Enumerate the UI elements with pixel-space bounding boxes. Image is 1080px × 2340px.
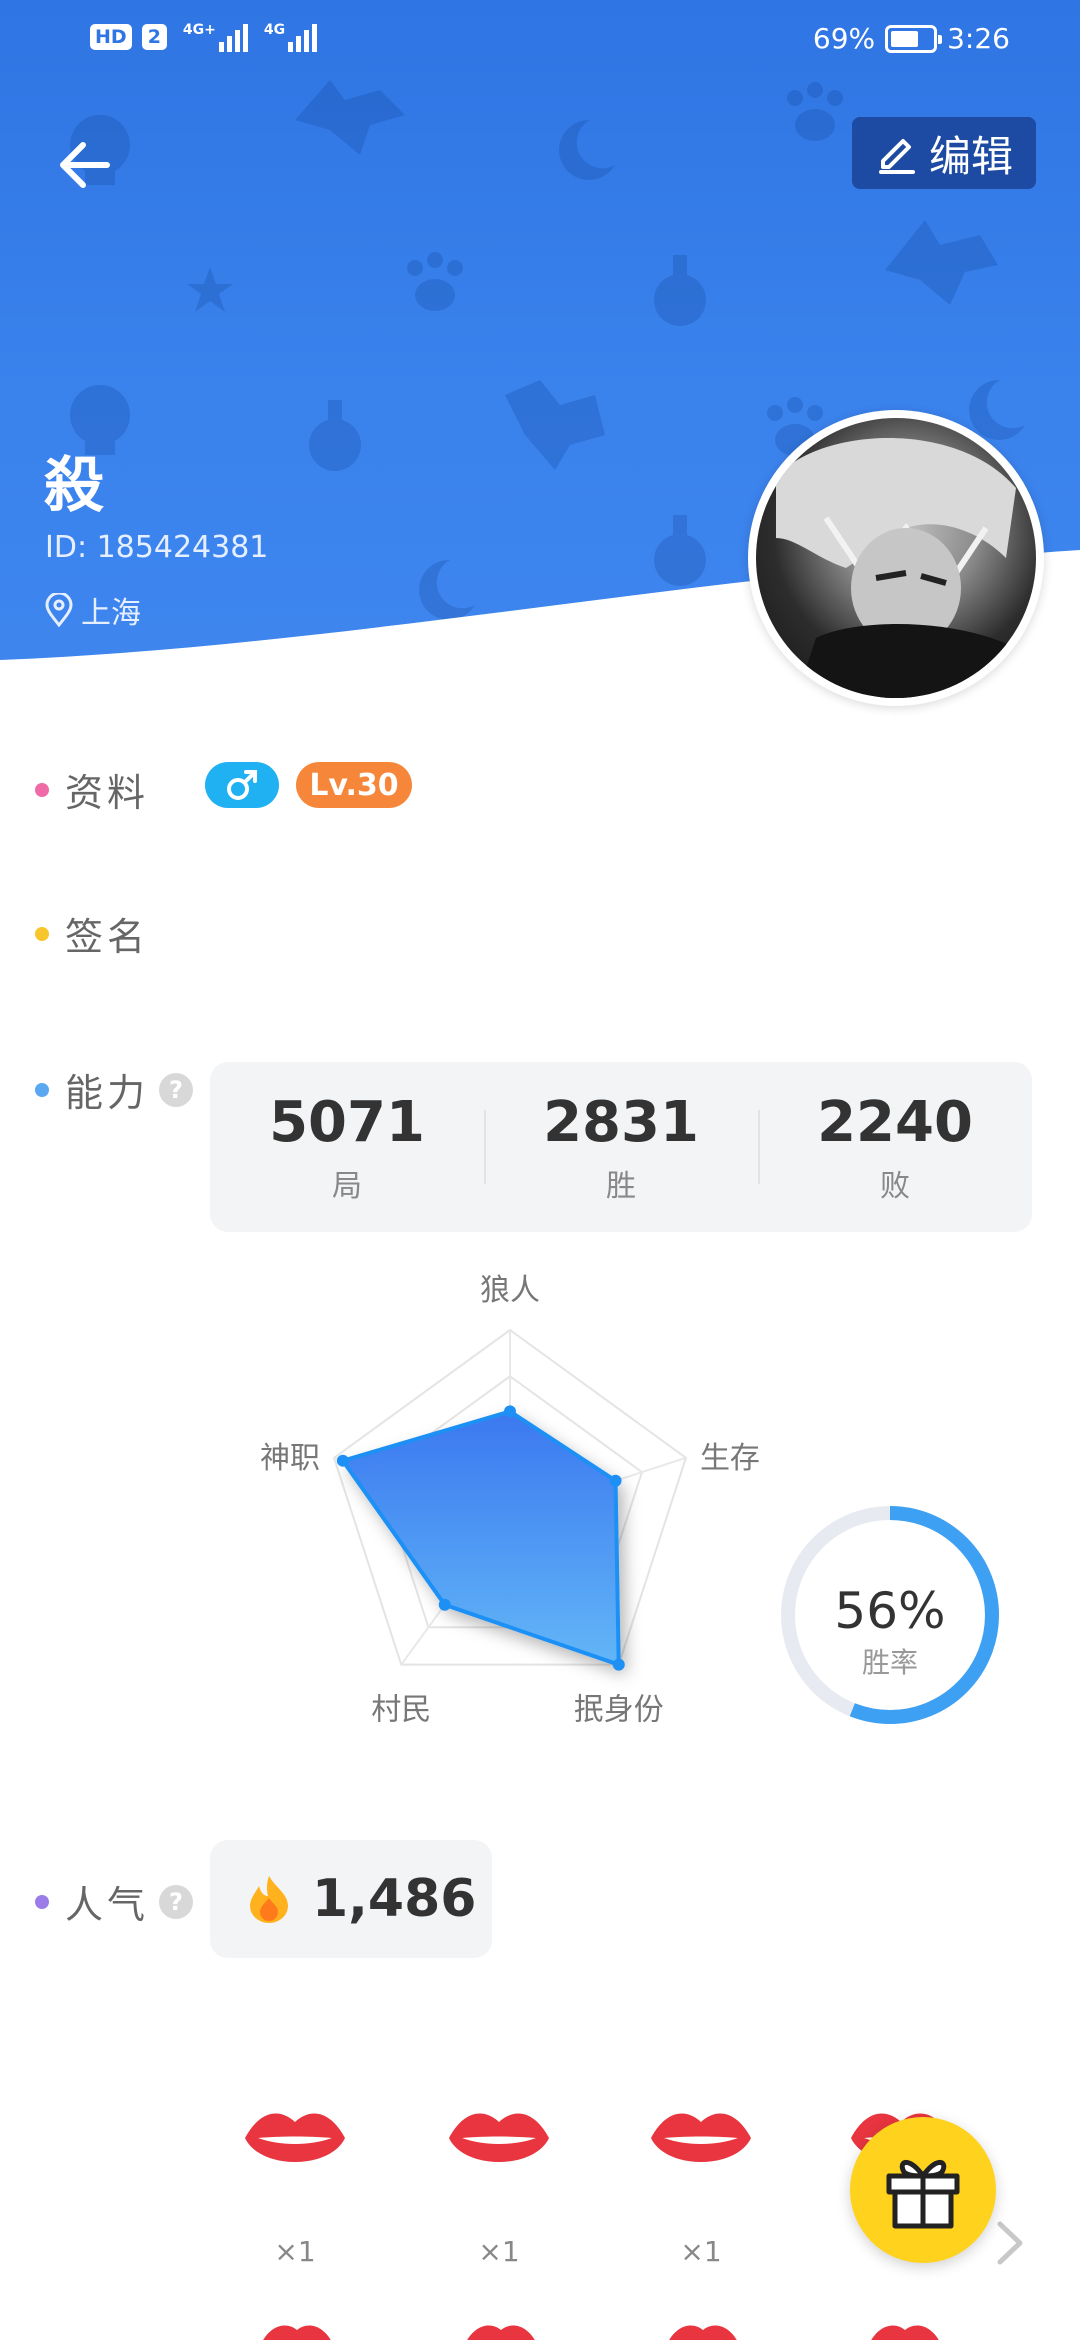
lips-icon <box>263 2325 331 2340</box>
win-rate-label: 胜率 <box>862 1646 918 1679</box>
location-text: 上海 <box>81 596 141 631</box>
status-right: 69% 3:26 <box>813 22 1010 55</box>
battery-percent: 69% <box>812 22 876 55</box>
gift-count: ×1 <box>274 2235 316 2268</box>
wolf-head-icon <box>295 80 405 155</box>
stat-losses: 2240 败 <box>758 1062 1032 1232</box>
paw-icon <box>407 252 463 311</box>
blue-dot <box>35 1082 49 1097</box>
hd-badge: HD <box>90 24 132 50</box>
star-icon <box>187 267 233 312</box>
popularity-label: 人气 <box>65 1883 150 1927</box>
losses-label: 败 <box>880 1168 910 1204</box>
yellow-dot <box>35 926 49 941</box>
male-icon <box>227 770 257 800</box>
paw-icon <box>787 82 843 141</box>
win-rate-ring: 56% 胜率 <box>781 1506 999 1724</box>
ability-label: 能力 <box>65 1071 150 1115</box>
lips-icon <box>871 2325 939 2340</box>
radar-label-survival: 生存 <box>700 1441 760 1476</box>
radar-label-villager: 村民 <box>371 1693 431 1728</box>
help-icon[interactable]: ? <box>159 1072 194 1107</box>
gift-box-icon <box>886 2160 960 2229</box>
radar-point <box>612 1658 625 1671</box>
gift-count: ×1 <box>680 2235 722 2268</box>
losses-value: 2240 <box>817 1089 973 1155</box>
level-badge: Lv.30 <box>296 762 412 808</box>
ability-radar-chart: 狼人 生存 抿身份 村民 神职 <box>260 1273 760 1728</box>
avatar[interactable] <box>748 410 1044 706</box>
flame-icon <box>250 1876 288 1923</box>
signal-icon: 4G+ <box>183 22 248 52</box>
radar-label-god-role: 神职 <box>260 1441 320 1476</box>
signature-label: 签名 <box>65 915 150 959</box>
ability-section-label: 能力 ? <box>35 1062 194 1117</box>
gift-item[interactable]: ×1 <box>646 2100 756 2268</box>
wins-label: 胜 <box>606 1168 636 1204</box>
radar-point <box>504 1405 516 1418</box>
popularity-card: 1,486 <box>210 1840 492 1958</box>
stat-wins: 2831 胜 <box>484 1062 758 1232</box>
win-rate-value: 56% <box>834 1582 945 1640</box>
radar-label-identify: 抿身份 <box>574 1693 664 1728</box>
status-bar: HD 2 4G+ 4G 69% 3:26 <box>0 0 1080 80</box>
moon-icon <box>559 119 615 180</box>
anime-portrait-image <box>776 438 1016 698</box>
sim-badge: 2 <box>141 24 167 50</box>
wolf-head-icon <box>885 220 998 305</box>
send-gift-button[interactable] <box>850 2117 996 2263</box>
location-pin-icon <box>45 593 73 627</box>
popularity-help-icon[interactable]: ? <box>159 1884 194 1919</box>
potion-icon <box>654 255 706 326</box>
edit-label: 编辑 <box>928 131 1013 181</box>
status-left: HD 2 4G+ 4G <box>90 22 318 52</box>
radar-point <box>336 1454 349 1467</box>
lips-icon <box>449 2113 549 2162</box>
network-type-2: 4G <box>263 22 286 38</box>
stat-games: 5071 局 <box>210 1062 484 1232</box>
arrow-left-icon <box>60 142 110 188</box>
popularity-section-label: 人气 ? <box>35 1874 194 1929</box>
clock: 3:26 <box>947 22 1010 55</box>
radar-point <box>438 1598 451 1611</box>
profile-section-label: 资料 <box>35 762 149 817</box>
signature-section-label: 签名 <box>35 906 149 961</box>
stats-card: 5071 局 2831 胜 2240 败 <box>210 1062 1032 1232</box>
back-button[interactable] <box>45 125 125 205</box>
user-id: ID: 185424381 <box>45 530 269 565</box>
radar-point <box>609 1474 622 1487</box>
gender-badge <box>205 762 279 808</box>
pencil-icon <box>878 139 915 174</box>
profile-label: 资料 <box>65 771 150 815</box>
games-label: 局 <box>332 1168 362 1204</box>
wins-value: 2831 <box>543 1089 699 1155</box>
purple-dot <box>35 1894 49 1909</box>
potion-icon <box>309 400 361 471</box>
chevron-right-icon[interactable] <box>990 2218 1030 2268</box>
location: 上海 <box>45 588 141 632</box>
battery-icon <box>885 24 943 53</box>
lips-icon <box>467 2325 535 2340</box>
games-value: 5071 <box>269 1089 425 1155</box>
avatar-image <box>756 418 1036 698</box>
lips-icon <box>669 2325 737 2340</box>
nickname: 殺 <box>44 451 104 521</box>
lips-icon <box>651 2113 751 2162</box>
edit-profile-button[interactable]: 编辑 <box>852 117 1036 189</box>
gift-count: ×1 <box>478 2235 520 2268</box>
pink-dot <box>35 782 49 797</box>
network-type: 4G+ <box>182 22 216 38</box>
popularity-value: 1,486 <box>312 1869 477 1929</box>
gift-item[interactable]: ×1 <box>444 2100 554 2268</box>
lips-icon <box>245 2113 345 2162</box>
gift-item[interactable]: ×1 <box>240 2100 350 2268</box>
wolf-head-icon <box>505 380 605 470</box>
signal-icon-2: 4G <box>263 22 318 52</box>
radar-label-werewolf: 狼人 <box>480 1273 540 1308</box>
